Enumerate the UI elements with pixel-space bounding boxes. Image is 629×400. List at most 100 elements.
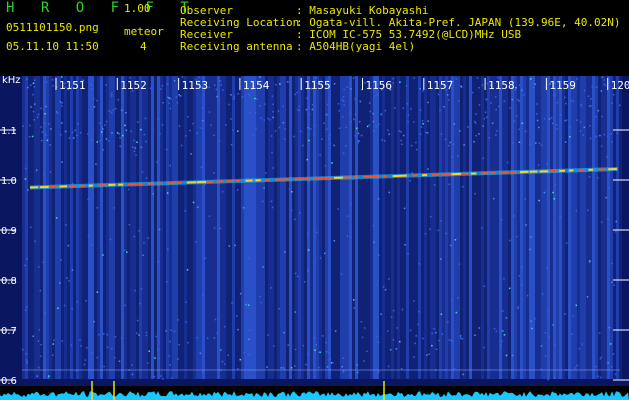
noise-dot <box>505 317 508 319</box>
noise-stripe <box>259 76 262 379</box>
noise-dot <box>216 332 218 334</box>
noise-stripe <box>73 76 76 379</box>
noise-dot <box>118 133 121 135</box>
noise-dot <box>265 172 267 174</box>
noise-stripe <box>436 76 439 379</box>
noise-dot <box>338 127 341 129</box>
noise-dot <box>61 76 63 78</box>
noise-dot <box>611 141 613 143</box>
noise-dot <box>187 116 189 118</box>
noise-dot <box>376 335 378 338</box>
noise-dot <box>39 289 42 292</box>
noise-dot <box>319 351 321 353</box>
noise-dot <box>127 188 130 191</box>
noise-dot <box>176 102 179 104</box>
noise-dot <box>272 167 274 169</box>
noise-dot <box>233 98 235 100</box>
noise-dot <box>298 105 300 108</box>
noise-stripe <box>301 76 304 379</box>
noise-dot <box>474 334 476 336</box>
noise-stripe <box>448 76 451 379</box>
noise-dot <box>390 316 393 318</box>
noise-dot <box>247 257 250 260</box>
noise-dot <box>611 366 613 368</box>
noise-dot <box>248 94 250 96</box>
noise-dot <box>91 88 93 90</box>
noise-dot <box>26 306 28 308</box>
noise-dot <box>121 337 123 339</box>
noise-dot <box>612 353 615 355</box>
noise-dot <box>168 102 170 105</box>
noise-dot <box>157 261 160 263</box>
noise-dot <box>61 122 63 124</box>
noise-dot <box>153 375 156 378</box>
noise-dot <box>534 83 536 85</box>
noise-stripe <box>58 76 61 379</box>
noise-stripe <box>433 76 436 379</box>
noise-dot <box>283 138 286 141</box>
noise-dot <box>588 105 591 108</box>
noise-stripe <box>205 76 208 379</box>
noise-dot <box>111 347 113 350</box>
noise-dot <box>106 346 109 349</box>
noise-dot <box>169 340 171 343</box>
noise-stripe <box>619 76 622 379</box>
noise-stripe <box>178 76 181 379</box>
noise-stripe <box>340 76 343 379</box>
noise-dot <box>603 133 605 136</box>
noise-dot <box>45 105 47 108</box>
noise-dot <box>437 229 439 232</box>
noise-stripe <box>601 76 604 379</box>
noise-dot <box>530 78 532 80</box>
noise-dot <box>343 88 345 91</box>
noise-stripe <box>250 76 253 379</box>
noise-stripe <box>94 76 97 379</box>
noise-dot <box>346 86 348 89</box>
noise-dot <box>109 238 112 241</box>
noise-dot <box>170 329 172 331</box>
noise-dot <box>614 373 617 376</box>
noise-stripe <box>382 76 385 379</box>
noise-dot <box>307 127 310 129</box>
noise-dot <box>177 319 179 321</box>
noise-dot <box>597 177 599 179</box>
noise-dot <box>228 103 230 106</box>
noise-dot <box>418 263 421 265</box>
noise-dot <box>71 307 73 310</box>
noise-dot <box>433 184 436 186</box>
noise-dot <box>278 308 280 310</box>
noise-dot <box>124 304 126 307</box>
noise-dot <box>290 367 293 369</box>
noise-dot <box>518 275 520 277</box>
noise-dot <box>372 224 375 227</box>
noise-dot <box>495 134 497 136</box>
noise-dot <box>576 364 579 367</box>
noise-dot <box>372 120 375 123</box>
noise-dot <box>189 129 191 132</box>
noise-dot <box>448 144 450 147</box>
noise-dot <box>132 146 134 148</box>
noise-dot <box>429 228 431 230</box>
noise-dot <box>544 355 547 357</box>
noise-stripe <box>211 76 214 379</box>
noise-dot <box>475 122 477 124</box>
noise-dot <box>287 81 289 83</box>
noise-dot <box>478 104 481 106</box>
noise-stripe <box>325 76 328 379</box>
noise-dot <box>48 123 50 125</box>
noise-dot <box>291 191 293 193</box>
noise-dot <box>270 200 273 203</box>
noise-dot <box>237 130 239 132</box>
noise-stripe <box>154 76 157 379</box>
x-tick-label: 1152 <box>120 79 147 92</box>
noise-dot <box>104 124 106 126</box>
noise-dot <box>452 143 455 145</box>
noise-dot <box>61 102 63 104</box>
noise-dot <box>302 144 304 147</box>
noise-dot <box>421 120 424 122</box>
noise-dot <box>165 330 167 332</box>
noise-dot <box>289 188 291 190</box>
noise-dot <box>273 345 275 347</box>
noise-dot <box>137 121 139 123</box>
noise-dot <box>262 200 264 203</box>
